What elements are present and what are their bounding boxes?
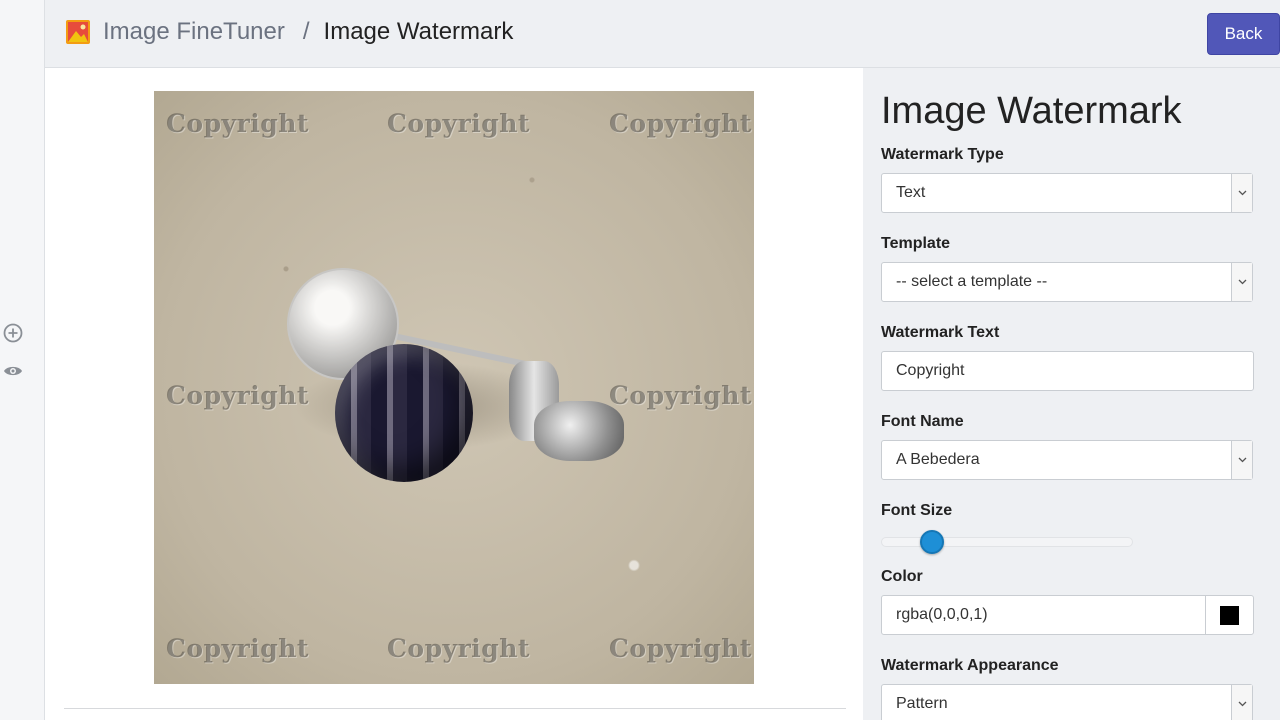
watermark-appearance-label: Watermark Appearance xyxy=(881,657,1059,674)
watermark-appearance-select[interactable]: Pattern xyxy=(881,684,1253,720)
color-swatch xyxy=(1220,605,1239,625)
dark-crystal xyxy=(335,344,473,482)
slider-thumb[interactable] xyxy=(920,530,945,554)
watermark-type-select[interactable]: Text xyxy=(881,173,1253,213)
settings-panel: Image Watermark Watermark Type Text Temp… xyxy=(863,68,1280,720)
back-button[interactable]: Back xyxy=(1207,13,1280,55)
color-input[interactable]: rgba(0,0,0,1) xyxy=(881,595,1206,635)
preview-image: Copyright Copyright Copyright Copyright … xyxy=(154,91,754,684)
color-picker-button[interactable] xyxy=(1205,595,1254,635)
watermark-text: Copyright xyxy=(609,381,752,410)
watermark-text: Copyright xyxy=(166,109,309,138)
eye-icon[interactable] xyxy=(2,360,24,382)
header: Image FineTuner / Image Watermark Back xyxy=(45,0,1280,68)
watermark-text-label: Watermark Text xyxy=(881,324,1000,341)
watermark-text: Copyright xyxy=(609,109,752,138)
panel-title: Image Watermark xyxy=(881,90,1182,132)
template-value: -- select a template -- xyxy=(896,273,1048,290)
font-name-select[interactable]: A Bebedera xyxy=(881,440,1253,480)
template-label: Template xyxy=(881,235,951,252)
font-name-value: A Bebedera xyxy=(896,451,980,468)
earring-backing xyxy=(534,401,624,461)
watermark-type-label: Watermark Type xyxy=(881,146,1004,163)
image-canvas: Copyright Copyright Copyright Copyright … xyxy=(45,68,863,720)
watermark-text: Copyright xyxy=(609,634,752,663)
image-icon xyxy=(66,20,90,44)
watermark-text: Copyright xyxy=(166,381,309,410)
color-value: rgba(0,0,0,1) xyxy=(896,606,988,623)
watermark-type-value: Text xyxy=(896,184,926,201)
watermark-text-input[interactable]: Copyright xyxy=(881,351,1254,391)
watermark-text: Copyright xyxy=(387,634,530,663)
chevron-down-icon[interactable] xyxy=(1231,441,1252,479)
left-rail xyxy=(0,0,45,720)
watermark-text-value: Copyright xyxy=(896,362,965,379)
breadcrumb-separator: / xyxy=(302,18,310,45)
watermark-appearance-value: Pattern xyxy=(896,695,948,712)
divider xyxy=(64,708,846,709)
add-circle-icon[interactable] xyxy=(2,322,24,344)
font-size-slider[interactable] xyxy=(881,530,1133,554)
breadcrumb: Image FineTuner / Image Watermark xyxy=(65,18,513,46)
font-name-label: Font Name xyxy=(881,413,964,430)
chevron-down-icon[interactable] xyxy=(1231,263,1252,301)
watermark-text: Copyright xyxy=(166,634,309,663)
font-size-label: Font Size xyxy=(881,502,953,519)
chevron-down-icon[interactable] xyxy=(1231,685,1252,720)
watermark-text: Copyright xyxy=(387,109,530,138)
template-select[interactable]: -- select a template -- xyxy=(881,262,1253,302)
chevron-down-icon[interactable] xyxy=(1231,174,1252,212)
breadcrumb-app-link[interactable]: Image FineTuner xyxy=(103,18,285,46)
color-label: Color xyxy=(881,568,923,585)
breadcrumb-current-page: Image Watermark xyxy=(323,18,514,45)
